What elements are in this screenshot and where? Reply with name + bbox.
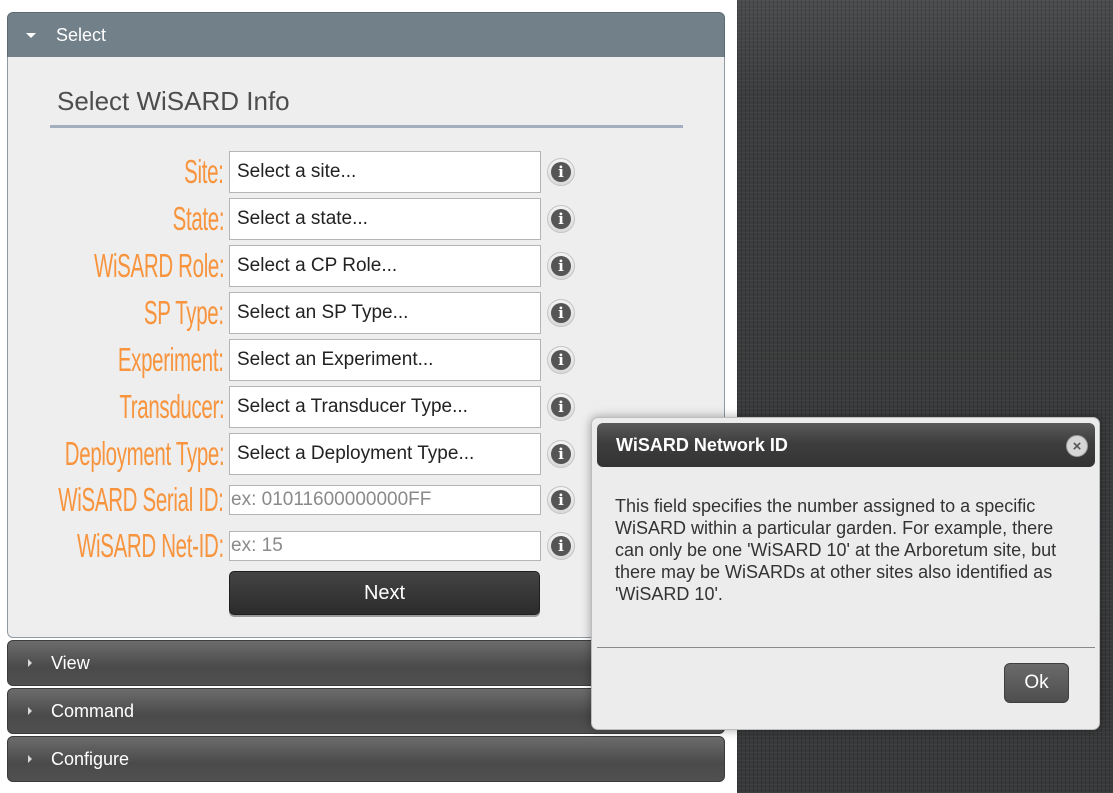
experiment-select[interactable]: Select an Experiment... — [229, 339, 541, 381]
transducer-label: Transducer: — [118, 388, 224, 425]
transducer-select[interactable]: Select a Transducer Type... — [229, 386, 541, 428]
sp-type-label: SP Type: — [144, 294, 224, 331]
caret-right-icon — [28, 659, 32, 667]
form-row-sp-type: SP Type: Select an SP Type... i — [8, 292, 726, 334]
site-info-button[interactable]: i — [547, 158, 575, 186]
net-id-label: WiSARD Net-ID: — [77, 527, 224, 564]
info-icon: i — [551, 162, 571, 182]
next-button[interactable]: Next — [229, 571, 540, 615]
experiment-info-button[interactable]: i — [547, 346, 575, 374]
role-info-button[interactable]: i — [547, 252, 575, 280]
site-label: Site: — [184, 153, 225, 190]
state-label: State: — [172, 200, 224, 237]
net-id-input[interactable] — [229, 531, 541, 561]
caret-down-icon — [26, 32, 36, 38]
role-label: WiSARD Role: — [93, 247, 225, 284]
experiment-label: Experiment: — [118, 341, 224, 378]
form-row-experiment: Experiment: Select an Experiment... i — [8, 339, 726, 381]
caret-right-icon — [28, 755, 32, 763]
info-icon: i — [551, 303, 571, 323]
site-select[interactable]: Select a site... — [229, 151, 541, 193]
transducer-info-button[interactable]: i — [547, 393, 575, 421]
sp-type-info-button[interactable]: i — [547, 299, 575, 327]
accordion-configure-label: Configure — [51, 748, 130, 769]
accordion-select-label: Select — [56, 24, 107, 45]
title-divider — [50, 125, 683, 128]
deployment-select[interactable]: Select a Deployment Type... — [229, 433, 541, 475]
info-dialog: WiSARD Network ID × This field specifies… — [591, 417, 1100, 730]
dialog-body: This field specifies the number assigned… — [615, 496, 1057, 604]
dialog-header: WiSARD Network ID × — [597, 423, 1095, 467]
info-icon: i — [551, 490, 571, 510]
net-id-info-button[interactable]: i — [547, 532, 575, 560]
state-info-button[interactable]: i — [547, 205, 575, 233]
close-icon[interactable]: × — [1066, 435, 1088, 457]
deployment-label: Deployment Type: — [64, 435, 224, 472]
serial-id-info-button[interactable]: i — [547, 486, 575, 514]
accordion-select-header[interactable]: Select — [7, 12, 725, 58]
dialog-title: WiSARD Network ID — [616, 434, 788, 455]
role-select[interactable]: Select a CP Role... — [229, 245, 541, 287]
serial-id-label: WiSARD Serial ID: — [58, 481, 225, 518]
deployment-info-button[interactable]: i — [547, 440, 575, 468]
accordion-view-label: View — [51, 652, 90, 673]
dialog-divider — [597, 647, 1095, 648]
sp-type-select[interactable]: Select an SP Type... — [229, 292, 541, 334]
ok-button[interactable]: Ok — [1004, 663, 1069, 703]
info-icon: i — [551, 397, 571, 417]
info-icon: i — [551, 536, 571, 556]
info-icon: i — [551, 350, 571, 370]
info-icon: i — [551, 209, 571, 229]
state-select[interactable]: Select a state... — [229, 198, 541, 240]
accordion-configure-header[interactable]: Configure — [7, 736, 725, 782]
info-icon: i — [551, 256, 571, 276]
caret-right-icon — [28, 707, 32, 715]
form-row-state: State: Select a state... i — [8, 198, 726, 240]
form-row-role: WiSARD Role: Select a CP Role... i — [8, 245, 726, 287]
accordion-command-label: Command — [51, 700, 135, 721]
form-row-site: Site: Select a site... i — [8, 151, 726, 193]
panel-title: Select WiSARD Info — [57, 86, 290, 116]
serial-id-input[interactable] — [229, 485, 541, 515]
info-icon: i — [551, 444, 571, 464]
